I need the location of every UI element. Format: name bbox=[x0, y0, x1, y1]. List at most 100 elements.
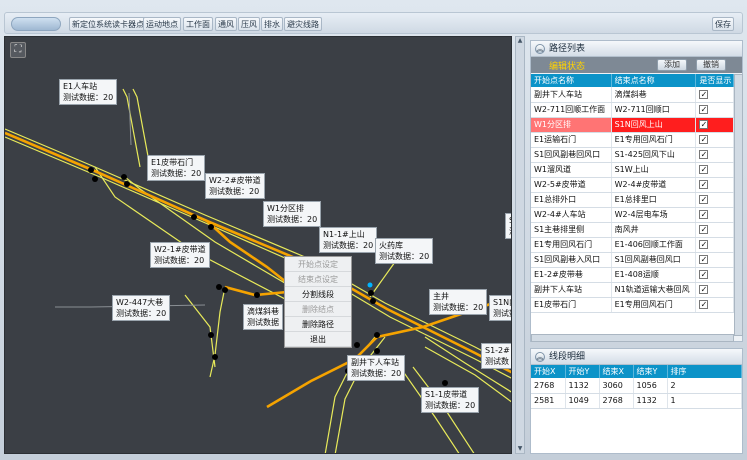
map-label[interactable]: E1人车站 测试数据：20 bbox=[59, 79, 118, 105]
segment-row[interactable]: 2768 1132 3060 1056 2 bbox=[531, 378, 742, 394]
end-point-cell: 南风井 bbox=[611, 222, 697, 238]
checkbox[interactable]: ✓ bbox=[699, 255, 709, 264]
path-row[interactable]: W2-5#皮带道 W2-4#皮带道 ✓ bbox=[531, 177, 734, 193]
checkbox[interactable]: ✓ bbox=[699, 105, 709, 114]
map-label[interactable]: S1N内测试数 bbox=[489, 295, 511, 321]
visibility-checkbox-cell[interactable]: ✓ bbox=[695, 267, 734, 283]
collapse-icon[interactable]: ︽ bbox=[535, 44, 545, 54]
map-label[interactable]: S1-2# 测试数 bbox=[481, 343, 511, 369]
column-header[interactable]: 开始点名称 bbox=[531, 74, 612, 87]
column-header[interactable]: 结束X bbox=[599, 365, 634, 378]
toolbar-button-reader-points[interactable]: 新定位系统读卡器点 bbox=[69, 17, 147, 31]
map-label[interactable]: W1分区排 测试数据：20 bbox=[263, 201, 322, 227]
path-row[interactable]: E1总排外口 E1总排里口 ✓ bbox=[531, 192, 734, 208]
checkbox[interactable]: ✓ bbox=[699, 270, 709, 279]
visibility-checkbox-cell[interactable]: ✓ bbox=[695, 132, 734, 148]
column-header[interactable]: 是否显示 bbox=[695, 74, 734, 87]
path-row[interactable]: S1回风副巷入风口 S1回风副巷回风口 ✓ bbox=[531, 252, 734, 268]
checkbox[interactable]: ✓ bbox=[699, 210, 709, 219]
checkbox[interactable]: ✓ bbox=[699, 225, 709, 234]
map-label[interactable]: W2-1#皮带道 测试数据：20 bbox=[150, 242, 210, 268]
toolbar-button-work-face[interactable]: 工作面 bbox=[183, 17, 213, 31]
checkbox[interactable]: ✓ bbox=[699, 195, 709, 204]
label-data: 测 bbox=[509, 226, 511, 237]
path-row[interactable]: E1运输石门 E1专用回风石门 ✓ bbox=[531, 132, 734, 148]
checkbox[interactable]: ✓ bbox=[699, 285, 709, 294]
menu-item-exit[interactable]: 退出 bbox=[285, 332, 351, 347]
toolbar-button-escape-route[interactable]: 避灾线路 bbox=[284, 17, 322, 31]
path-row[interactable]: E1-2#皮带巷 E1-408运顺 ✓ bbox=[531, 267, 734, 283]
checkbox[interactable]: ✓ bbox=[699, 180, 709, 189]
menu-item-split-segment[interactable]: 分割线段 bbox=[285, 287, 351, 302]
toolbar-button-moving-points[interactable]: 运动地点 bbox=[143, 17, 181, 31]
segment-row[interactable]: 2581 1049 2768 1132 1 bbox=[531, 393, 742, 409]
map-label[interactable]: S1-1皮带道 测试数据：20 bbox=[421, 387, 480, 413]
scroll-up-icon[interactable]: ▲ bbox=[516, 37, 524, 45]
mine-map-canvas[interactable]: ⛶ E1人车站 测试数据：20 E1皮带石门 测试数据：20 W2-2#皮带道 测试数… bbox=[4, 36, 512, 454]
segment-cell: 2768 bbox=[599, 393, 634, 409]
map-label[interactable]: N1-1#上山 测试数据：20 bbox=[319, 227, 378, 253]
scroll-down-icon[interactable]: ▼ bbox=[516, 445, 524, 453]
visibility-checkbox-cell[interactable]: ✓ bbox=[695, 162, 734, 178]
checkbox[interactable]: ✓ bbox=[699, 300, 709, 309]
column-header[interactable]: 结束点名称 bbox=[611, 74, 697, 87]
checkbox[interactable]: ✓ bbox=[699, 150, 709, 159]
visibility-checkbox-cell[interactable]: ✓ bbox=[695, 117, 734, 133]
map-label[interactable]: W2-447大巷 测试数据：20 bbox=[112, 295, 171, 321]
map-label[interactable]: 主井 测试数据：20 bbox=[429, 289, 488, 315]
add-button[interactable]: 添加 bbox=[657, 59, 687, 71]
checkbox[interactable]: ✓ bbox=[699, 120, 709, 129]
map-label[interactable]: W2-2#皮带道 测试数据：20 bbox=[205, 173, 265, 199]
path-row[interactable]: E1专用回风石门 E1-406回顺工作面 ✓ bbox=[531, 237, 734, 253]
end-point-cell: S1N回风上山 bbox=[611, 117, 697, 133]
map-label[interactable]: 滴煤斜巷 测试数据 bbox=[243, 304, 283, 330]
visibility-checkbox-cell[interactable]: ✓ bbox=[695, 87, 734, 103]
visibility-checkbox-cell[interactable]: ✓ bbox=[695, 192, 734, 208]
map-label[interactable]: E1皮带石门 测试数据：20 bbox=[147, 155, 206, 181]
visibility-checkbox-cell[interactable]: ✓ bbox=[695, 177, 734, 193]
path-row[interactable]: W1分区排 S1N回风上山 ✓ bbox=[531, 117, 734, 133]
path-table-scrollbar[interactable] bbox=[734, 74, 743, 336]
visibility-checkbox-cell[interactable]: ✓ bbox=[695, 222, 734, 238]
checkbox[interactable]: ✓ bbox=[699, 89, 709, 99]
save-button[interactable]: 保存 bbox=[712, 17, 734, 31]
path-row[interactable]: W2-711回顺工作面 W2-711回顺口 ✓ bbox=[531, 102, 734, 118]
toolbar-button-compressed-air[interactable]: 压风 bbox=[238, 17, 260, 31]
path-row[interactable]: E1皮带石门 E1专用回风石门 ✓ bbox=[531, 297, 734, 313]
menu-item-set-end[interactable]: 结束点设定 bbox=[285, 272, 351, 287]
toolbar-button-drainage[interactable]: 排水 bbox=[261, 17, 283, 31]
path-row[interactable]: W2-4#人车站 W2-4层电车场 ✓ bbox=[531, 207, 734, 223]
path-row[interactable]: S1回风副巷回风口 S1-425回风下山 ✓ bbox=[531, 147, 734, 163]
menu-item-delete-node[interactable]: 删除结点 bbox=[285, 302, 351, 317]
visibility-checkbox-cell[interactable]: ✓ bbox=[695, 207, 734, 223]
visibility-checkbox-cell[interactable]: ✓ bbox=[695, 102, 734, 118]
visibility-checkbox-cell[interactable]: ✓ bbox=[695, 297, 734, 313]
map-scrollbar[interactable]: ▲ ▼ bbox=[515, 36, 525, 454]
checkbox[interactable]: ✓ bbox=[699, 165, 709, 174]
path-row[interactable]: S1主巷排里侧 南风井 ✓ bbox=[531, 222, 734, 238]
column-header[interactable]: 开始X bbox=[531, 365, 566, 378]
map-label[interactable]: 火药库 测试数据：20 bbox=[375, 238, 434, 264]
column-header[interactable]: 排序 bbox=[667, 365, 742, 378]
visibility-checkbox-cell[interactable]: ✓ bbox=[695, 147, 734, 163]
fullscreen-button[interactable]: ⛶ bbox=[10, 42, 26, 58]
map-label[interactable]: S测 bbox=[505, 213, 511, 239]
start-point-cell: W2-4#人车站 bbox=[531, 207, 612, 223]
path-row[interactable]: 副井下人车站 N1轨道运输大巷回风 ✓ bbox=[531, 282, 734, 298]
column-header[interactable]: 开始Y bbox=[565, 365, 600, 378]
checkbox[interactable]: ✓ bbox=[699, 135, 709, 144]
path-table-hscrollbar[interactable] bbox=[531, 334, 734, 342]
collapse-icon[interactable]: ︽ bbox=[535, 352, 545, 362]
path-row[interactable]: W1溜风道 S1W上山 ✓ bbox=[531, 162, 734, 178]
undo-button[interactable]: 撤销 bbox=[696, 59, 726, 71]
checkbox[interactable]: ✓ bbox=[699, 240, 709, 249]
column-header[interactable]: 结束Y bbox=[633, 365, 668, 378]
menu-item-set-start[interactable]: 开始点设定 bbox=[285, 257, 351, 272]
path-row[interactable]: 副井下人车站 滴煤斜巷 ✓ bbox=[531, 87, 734, 103]
visibility-checkbox-cell[interactable]: ✓ bbox=[695, 282, 734, 298]
menu-item-delete-path[interactable]: 删除路径 bbox=[285, 317, 351, 332]
map-label[interactable]: 副井下人车站 测试数据：20 bbox=[347, 355, 406, 381]
visibility-checkbox-cell[interactable]: ✓ bbox=[695, 252, 734, 268]
toolbar-button-ventilation[interactable]: 通风 bbox=[215, 17, 237, 31]
visibility-checkbox-cell[interactable]: ✓ bbox=[695, 237, 734, 253]
